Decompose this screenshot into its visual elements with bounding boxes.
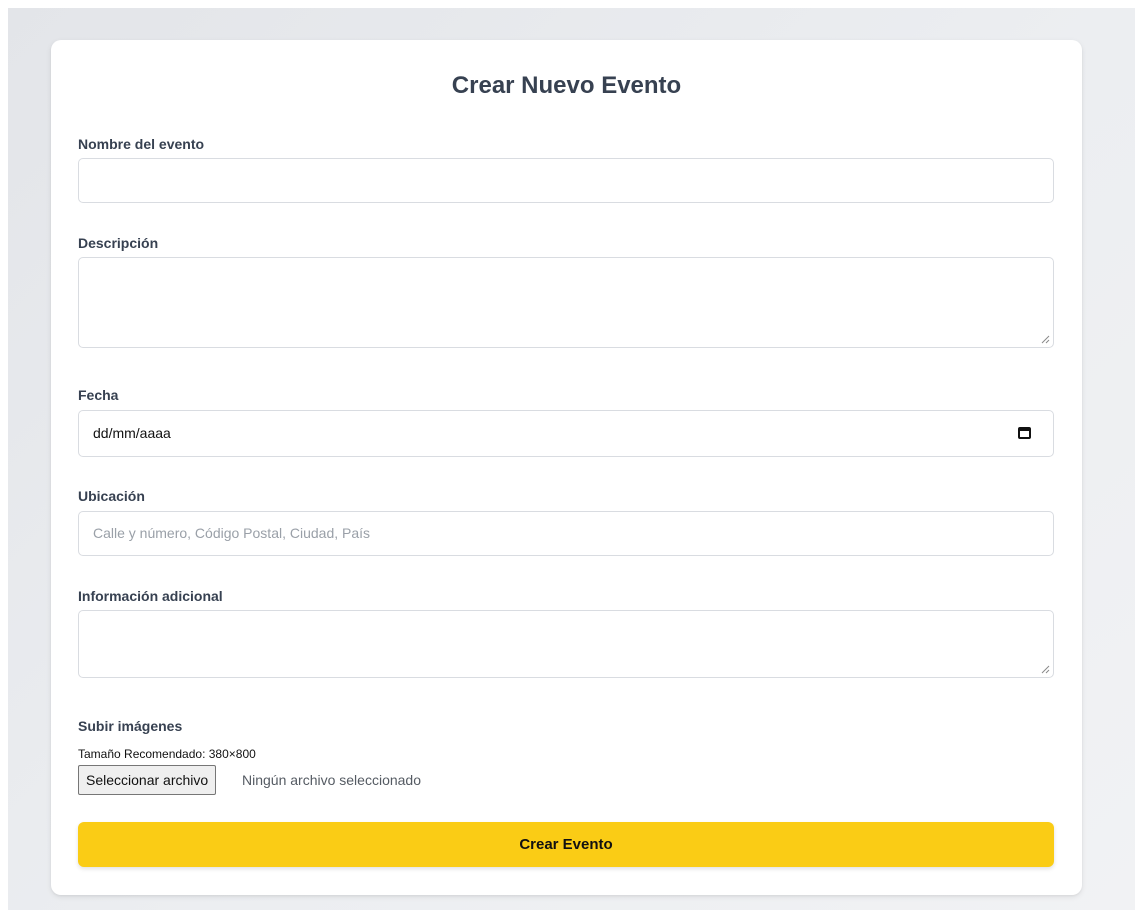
description-textarea[interactable] [78,257,1054,348]
form-title: Crear Nuevo Evento [451,72,682,99]
select-file-button[interactable]: Seleccionar archivo [78,765,217,795]
date-input[interactable]: dd/mm/aaaa [78,410,1054,457]
create-event-button[interactable]: Crear Evento [78,822,1054,867]
description-label: Descripción [78,235,159,251]
event-name-input[interactable] [78,158,1054,203]
file-status-text: Ningún archivo seleccionado [242,772,421,788]
location-label: Ubicación [78,488,145,504]
location-input[interactable]: Calle y número, Código Postal, Ciudad, P… [78,511,1054,556]
calendar-icon[interactable] [1018,427,1031,439]
resize-grip-icon[interactable] [1041,335,1050,344]
event-name-label: Nombre del evento [78,136,205,152]
create-event-form: Crear Nuevo Evento Nombre del evento Des… [51,40,1082,895]
date-label: Fecha [78,387,119,403]
location-placeholder: Calle y número, Código Postal, Ciudad, P… [93,525,371,541]
extra-info-label: Información adicional [78,588,223,604]
images-label: Subir imágenes [78,718,183,734]
image-size-hint: Tamaño Recomendado: 380×800 [78,747,256,761]
resize-grip-icon[interactable] [1041,665,1050,674]
extra-info-textarea[interactable] [78,610,1054,678]
date-value: dd/mm/aaaa [93,425,171,441]
